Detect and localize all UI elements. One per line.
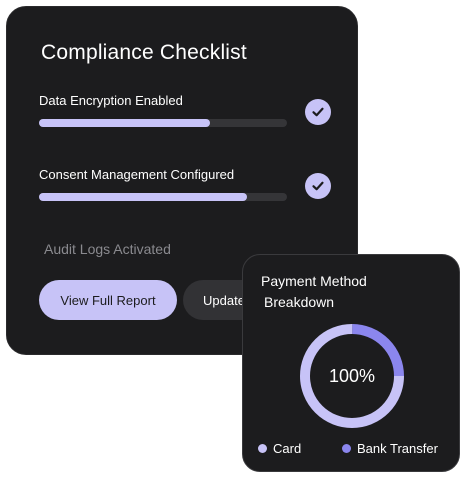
legend-label-bank-transfer: Bank Transfer [357, 441, 438, 456]
check-icon [305, 173, 331, 199]
checklist-title: Compliance Checklist [41, 41, 247, 64]
item-label-audit-logs: Audit Logs Activated [44, 241, 171, 257]
legend-dot-bank-transfer [342, 444, 351, 453]
payment-title: Payment Method Breakdown [261, 271, 411, 313]
item-label-data-encryption: Data Encryption Enabled [39, 93, 183, 108]
payment-title-line1: Payment Method [261, 273, 367, 289]
item-label-consent-management: Consent Management Configured [39, 167, 235, 182]
progress-fill-data-encryption [39, 119, 211, 127]
payment-title-line2: Breakdown [264, 294, 335, 310]
legend-item-card: Card [258, 441, 301, 456]
legend-dot-card [258, 444, 267, 453]
legend-item-bank-transfer: Bank Transfer [342, 441, 438, 456]
check-icon [305, 99, 331, 125]
legend-label-card: Card [273, 441, 302, 456]
progress-bar-consent-management [39, 193, 287, 201]
donut-chart: 100% [297, 321, 407, 431]
view-full-report-button[interactable]: View Full Report [39, 280, 177, 320]
donut-center-label: 100% [328, 365, 376, 386]
progress-bar-data-encryption [39, 119, 287, 127]
progress-fill-consent-management [39, 193, 248, 201]
payment-method-card: Payment Method Breakdown 100% Card Bank … [242, 254, 460, 472]
